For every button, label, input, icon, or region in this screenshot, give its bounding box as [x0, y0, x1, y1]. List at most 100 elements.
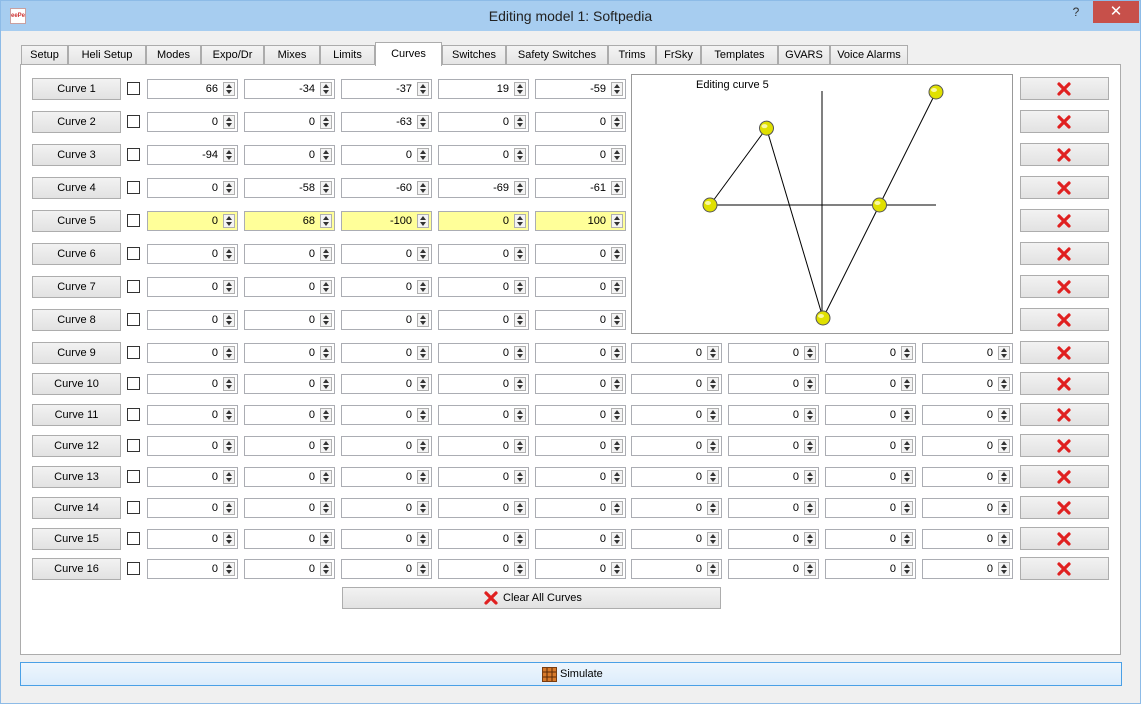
spin-arrows-icon[interactable] [320, 408, 332, 422]
curve-10-point-9-spinbox[interactable]: 0 [922, 374, 1013, 394]
tab-expo-dr[interactable]: Expo/Dr [201, 45, 264, 65]
curve-14-button[interactable]: Curve 14 [32, 497, 121, 519]
spin-arrows-icon[interactable] [611, 115, 623, 129]
spin-arrows-icon[interactable] [611, 181, 623, 195]
curve-14-point-5-spinbox[interactable]: 0 [535, 498, 626, 518]
spin-arrows-icon[interactable] [514, 562, 526, 576]
spin-arrows-icon[interactable] [320, 280, 332, 294]
tab-limits[interactable]: Limits [320, 45, 375, 65]
curve-9-point-2-spinbox[interactable]: 0 [244, 343, 335, 363]
curve-7-point-2-spinbox[interactable]: 0 [244, 277, 335, 297]
curve-8-point-2-spinbox[interactable]: 0 [244, 310, 335, 330]
curve-11-point-1-spinbox[interactable]: 0 [147, 405, 238, 425]
curve-point-4-handle[interactable] [872, 197, 887, 213]
curve-5-point-2-spinbox[interactable]: 68 [244, 211, 335, 231]
spin-arrows-icon[interactable] [223, 377, 235, 391]
curve-2-button[interactable]: Curve 2 [32, 111, 121, 133]
curve-8-point-1-spinbox[interactable]: 0 [147, 310, 238, 330]
curve-15-point-4-spinbox[interactable]: 0 [438, 529, 529, 549]
spin-arrows-icon[interactable] [417, 346, 429, 360]
spin-arrows-icon[interactable] [514, 346, 526, 360]
curve-13-point-5-spinbox[interactable]: 0 [535, 467, 626, 487]
curve-14-checkbox[interactable] [127, 501, 140, 514]
spin-arrows-icon[interactable] [514, 82, 526, 96]
spin-arrows-icon[interactable] [417, 313, 429, 327]
spin-arrows-icon[interactable] [417, 280, 429, 294]
spin-arrows-icon[interactable] [417, 439, 429, 453]
spin-arrows-icon[interactable] [320, 470, 332, 484]
curve-13-point-8-spinbox[interactable]: 0 [825, 467, 916, 487]
spin-arrows-icon[interactable] [998, 532, 1010, 546]
curve-point-2-handle[interactable] [759, 120, 774, 136]
curve-11-point-9-spinbox[interactable]: 0 [922, 405, 1013, 425]
spin-arrows-icon[interactable] [320, 148, 332, 162]
curve-16-point-7-spinbox[interactable]: 0 [728, 559, 819, 579]
curve-13-point-1-spinbox[interactable]: 0 [147, 467, 238, 487]
curve-13-point-4-spinbox[interactable]: 0 [438, 467, 529, 487]
curve-9-point-1-spinbox[interactable]: 0 [147, 343, 238, 363]
curve-14-point-1-spinbox[interactable]: 0 [147, 498, 238, 518]
curve-11-point-8-spinbox[interactable]: 0 [825, 405, 916, 425]
spin-arrows-icon[interactable] [417, 532, 429, 546]
curve-16-point-1-spinbox[interactable]: 0 [147, 559, 238, 579]
curve-9-button[interactable]: Curve 9 [32, 342, 121, 364]
spin-arrows-icon[interactable] [707, 408, 719, 422]
spin-arrows-icon[interactable] [611, 377, 623, 391]
curve-5-point-5-spinbox[interactable]: 100 [535, 211, 626, 231]
curve-7-point-1-spinbox[interactable]: 0 [147, 277, 238, 297]
delete-curve-16-button[interactable] [1020, 557, 1109, 580]
curve-15-point-1-spinbox[interactable]: 0 [147, 529, 238, 549]
curve-12-point-9-spinbox[interactable]: 0 [922, 436, 1013, 456]
spin-arrows-icon[interactable] [998, 562, 1010, 576]
curve-16-point-8-spinbox[interactable]: 0 [825, 559, 916, 579]
tab-curves[interactable]: Curves [375, 42, 442, 66]
spin-arrows-icon[interactable] [804, 346, 816, 360]
curve-15-point-9-spinbox[interactable]: 0 [922, 529, 1013, 549]
tab-safety-switches[interactable]: Safety Switches [506, 45, 608, 65]
curve-4-point-2-spinbox[interactable]: -58 [244, 178, 335, 198]
curve-5-point-4-spinbox[interactable]: 0 [438, 211, 529, 231]
curve-8-checkbox[interactable] [127, 313, 140, 326]
curve-12-point-8-spinbox[interactable]: 0 [825, 436, 916, 456]
curve-7-point-4-spinbox[interactable]: 0 [438, 277, 529, 297]
curve-5-button[interactable]: Curve 5 [32, 210, 121, 232]
curve-15-point-8-spinbox[interactable]: 0 [825, 529, 916, 549]
spin-arrows-icon[interactable] [514, 148, 526, 162]
curve-2-point-5-spinbox[interactable]: 0 [535, 112, 626, 132]
help-button[interactable]: ? [1063, 1, 1089, 23]
curve-13-checkbox[interactable] [127, 470, 140, 483]
spin-arrows-icon[interactable] [611, 313, 623, 327]
spin-arrows-icon[interactable] [707, 470, 719, 484]
spin-arrows-icon[interactable] [611, 82, 623, 96]
curve-graph[interactable]: Editing curve 5 [631, 74, 1013, 334]
curve-9-point-8-spinbox[interactable]: 0 [825, 343, 916, 363]
spin-arrows-icon[interactable] [514, 408, 526, 422]
delete-curve-6-button[interactable] [1020, 242, 1109, 265]
curve-4-point-3-spinbox[interactable]: -60 [341, 178, 432, 198]
curve-8-point-5-spinbox[interactable]: 0 [535, 310, 626, 330]
curve-1-point-1-spinbox[interactable]: 66 [147, 79, 238, 99]
spin-arrows-icon[interactable] [223, 148, 235, 162]
spin-arrows-icon[interactable] [611, 214, 623, 228]
close-button[interactable]: ✕ [1093, 1, 1139, 23]
curve-10-point-6-spinbox[interactable]: 0 [631, 374, 722, 394]
curve-6-point-1-spinbox[interactable]: 0 [147, 244, 238, 264]
spin-arrows-icon[interactable] [707, 532, 719, 546]
spin-arrows-icon[interactable] [514, 214, 526, 228]
curve-1-button[interactable]: Curve 1 [32, 78, 121, 100]
tab-setup[interactable]: Setup [21, 45, 68, 65]
simulate-button[interactable]: Simulate [20, 662, 1122, 686]
curve-12-checkbox[interactable] [127, 439, 140, 452]
spin-arrows-icon[interactable] [611, 280, 623, 294]
curve-1-point-4-spinbox[interactable]: 19 [438, 79, 529, 99]
curve-10-point-2-spinbox[interactable]: 0 [244, 374, 335, 394]
curve-13-point-9-spinbox[interactable]: 0 [922, 467, 1013, 487]
curve-4-point-5-spinbox[interactable]: -61 [535, 178, 626, 198]
delete-curve-4-button[interactable] [1020, 176, 1109, 199]
curve-14-point-2-spinbox[interactable]: 0 [244, 498, 335, 518]
spin-arrows-icon[interactable] [804, 532, 816, 546]
curve-10-point-5-spinbox[interactable]: 0 [535, 374, 626, 394]
curve-2-point-2-spinbox[interactable]: 0 [244, 112, 335, 132]
spin-arrows-icon[interactable] [901, 408, 913, 422]
spin-arrows-icon[interactable] [514, 280, 526, 294]
